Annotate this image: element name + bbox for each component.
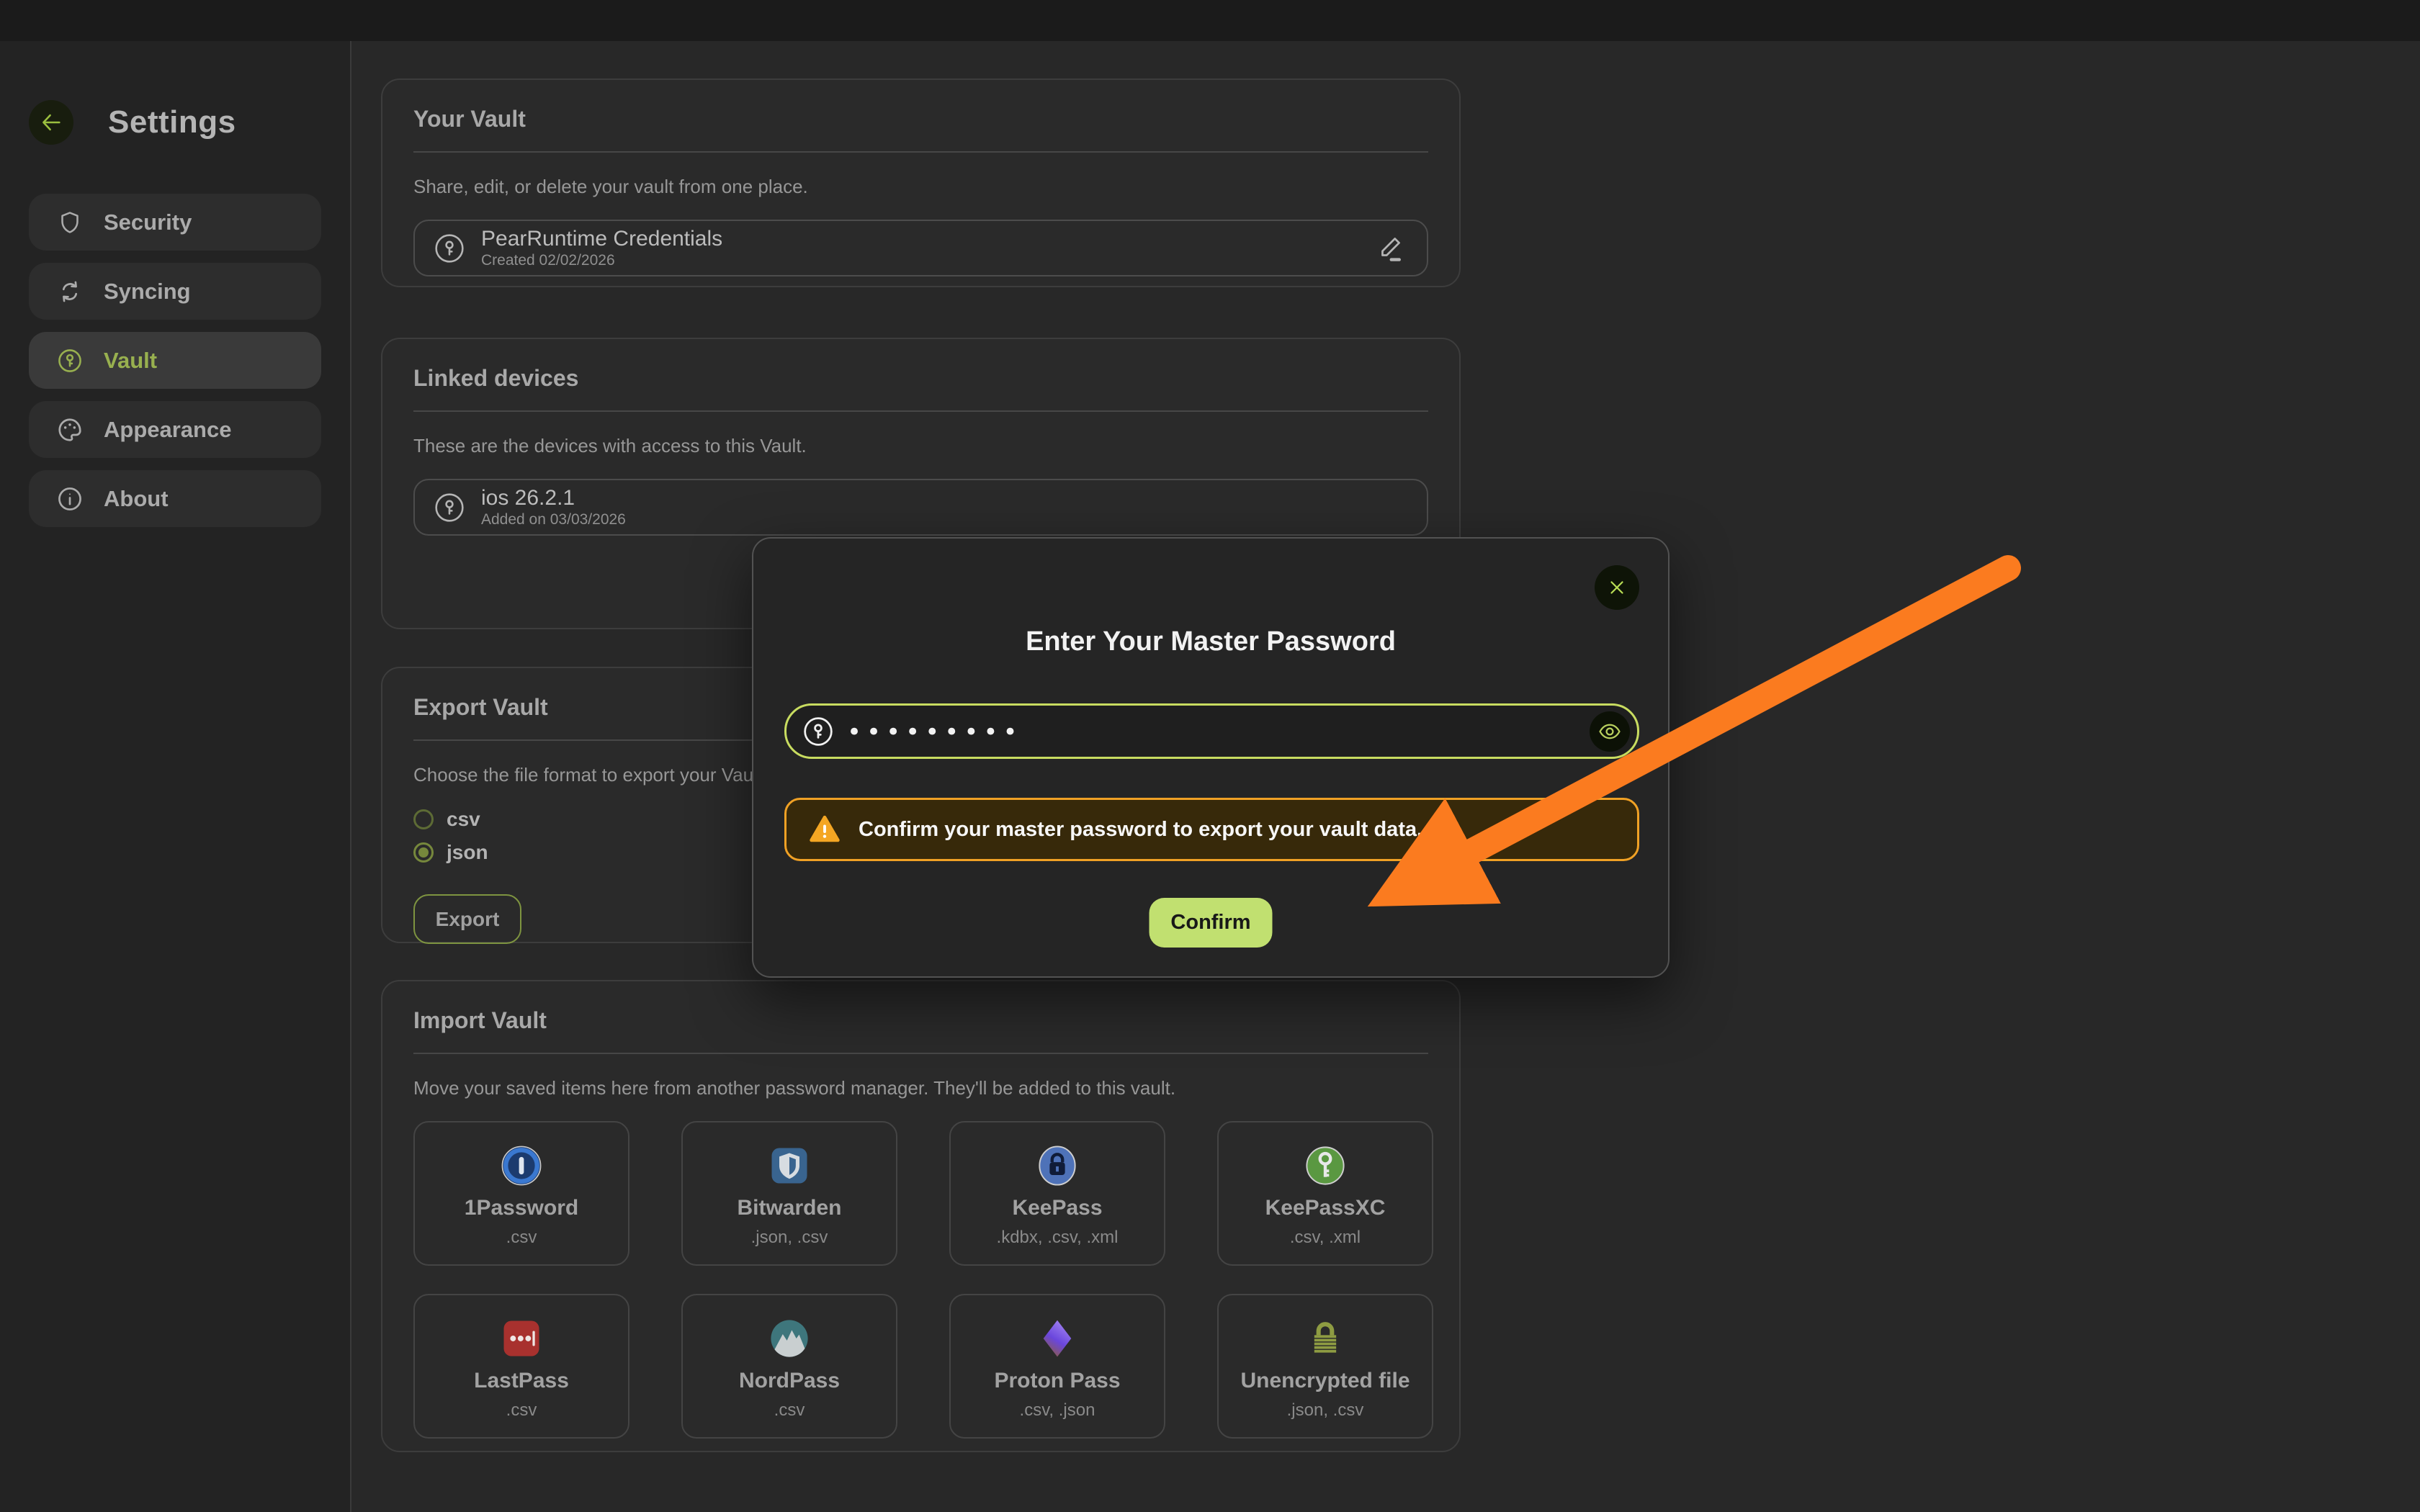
provider-formats: .csv, .xml [1290,1228,1361,1248]
shield-icon [55,207,85,238]
import-tile-nordpass[interactable]: NordPass .csv [681,1294,897,1439]
back-arrow-icon [39,110,63,135]
keepass-icon [1034,1143,1080,1189]
vault-row[interactable]: PearRuntime Credentials Created 02/02/20… [413,220,1428,276]
import-tile-protonpass[interactable]: Proton Pass .csv, .json [949,1294,1165,1439]
protonpass-icon [1034,1315,1080,1362]
import-tile-1password[interactable]: 1Password .csv [413,1121,629,1266]
key-icon [434,233,465,264]
provider-name: Proton Pass [994,1369,1120,1393]
card-title: Your Vault [413,106,1428,132]
device-name: ios 26.2.1 [481,486,1407,510]
nordpass-icon [766,1315,812,1362]
confirm-button[interactable]: Confirm [1150,898,1273,948]
vault-row-texts: PearRuntime Credentials Created 02/02/20… [481,227,1372,269]
pencil-icon [1373,233,1405,264]
sidebar-item-label: Security [104,210,192,235]
radio-checked-icon[interactable] [413,842,434,863]
your-vault-card: Your Vault Share, edit, or delete your v… [381,78,1461,287]
bitwarden-icon [766,1143,812,1189]
sidebar-item-label: Vault [104,348,157,374]
provider-name: Unencrypted file [1240,1369,1410,1393]
toggle-password-visibility-button[interactable] [1590,711,1630,752]
card-description: Share, edit, or delete your vault from o… [413,176,1428,198]
warning-banner: Confirm your master password to export y… [784,798,1639,861]
master-password-modal: Enter Your Master Password ••••••••• Con… [752,537,1670,978]
master-password-input[interactable]: ••••••••• [784,703,1639,759]
import-tile-unencrypted[interactable]: Unencrypted file .json, .csv [1217,1294,1433,1439]
card-description: These are the devices with access to thi… [413,435,1428,457]
card-title: Import Vault [413,1007,1428,1034]
vault-name: PearRuntime Credentials [481,227,1372,251]
provider-formats: .csv, .json [1020,1400,1095,1421]
import-vault-card: Import Vault Move your saved items here … [381,980,1461,1452]
sidebar-item-about[interactable]: About [29,470,321,527]
key-icon [434,492,465,523]
unencrypted-lock-icon [1302,1315,1348,1362]
import-tile-lastpass[interactable]: LastPass .csv [413,1294,629,1439]
settings-sidebar: Settings Security Syncing Vault [0,41,351,1512]
device-row[interactable]: ios 26.2.1 Added on 03/03/2026 [413,479,1428,536]
sidebar-item-vault[interactable]: Vault [29,332,321,389]
back-button[interactable] [29,100,73,145]
close-button[interactable] [1595,565,1639,610]
warning-text: Confirm your master password to export y… [859,818,1422,842]
device-row-texts: ios 26.2.1 Added on 03/03/2026 [481,486,1407,528]
provider-formats: .kdbx, .csv, .xml [997,1228,1119,1248]
edit-vault-button[interactable] [1372,231,1407,266]
radio-unchecked-icon[interactable] [413,809,434,829]
lastpass-icon [498,1315,544,1362]
provider-name: NordPass [739,1369,840,1393]
sidebar-header: Settings [0,41,350,145]
provider-formats: .csv [774,1400,805,1421]
provider-name: 1Password [465,1196,578,1220]
vault-created-date: Created 02/02/2026 [481,251,1372,269]
device-added-date: Added on 03/03/2026 [481,510,1407,528]
app-root: Settings Security Syncing Vault [0,0,2420,1512]
sync-icon [55,276,85,307]
eye-icon [1597,719,1622,744]
provider-name: LastPass [474,1369,569,1393]
key-icon [802,716,834,747]
provider-name: KeePassXC [1265,1196,1386,1220]
provider-name: KeePass [1012,1196,1102,1220]
provider-formats: .json, .csv [1287,1400,1364,1421]
provider-formats: .csv [506,1228,537,1248]
palette-icon [55,415,85,445]
masked-password-value: ••••••••• [847,716,1590,747]
radio-label: csv [447,808,480,831]
divider [413,151,1428,153]
sidebar-nav: Security Syncing Vault Appearance [0,194,350,527]
modal-title: Enter Your Master Password [753,626,1668,657]
radio-label: json [447,841,488,864]
divider [413,410,1428,412]
export-button[interactable]: Export [413,894,521,944]
page-title: Settings [108,104,236,140]
import-tile-keepassxc[interactable]: KeePassXC .csv, .xml [1217,1121,1433,1266]
import-tile-bitwarden[interactable]: Bitwarden .json, .csv [681,1121,897,1266]
provider-name: Bitwarden [737,1196,841,1220]
sidebar-item-label: Appearance [104,417,231,443]
info-icon [55,484,85,514]
top-window-strip [0,0,2420,41]
sidebar-item-appearance[interactable]: Appearance [29,401,321,458]
onepassword-icon [498,1143,544,1189]
card-title: Linked devices [413,365,1428,392]
sidebar-item-security[interactable]: Security [29,194,321,251]
divider [413,1053,1428,1054]
provider-formats: .csv [506,1400,537,1421]
sidebar-item-label: About [104,486,169,512]
provider-formats: .json, .csv [751,1228,828,1248]
key-icon [55,346,85,376]
sidebar-item-syncing[interactable]: Syncing [29,263,321,320]
sidebar-item-label: Syncing [104,279,191,305]
close-icon [1606,577,1628,598]
warning-triangle-icon [808,813,841,846]
import-tile-keepass[interactable]: KeePass .kdbx, .csv, .xml [949,1121,1165,1266]
card-description: Move your saved items here from another … [413,1077,1428,1099]
import-provider-grid: 1Password .csv Bitwarden .json, .csv Kee… [413,1121,1428,1439]
keepassxc-icon [1302,1143,1348,1189]
